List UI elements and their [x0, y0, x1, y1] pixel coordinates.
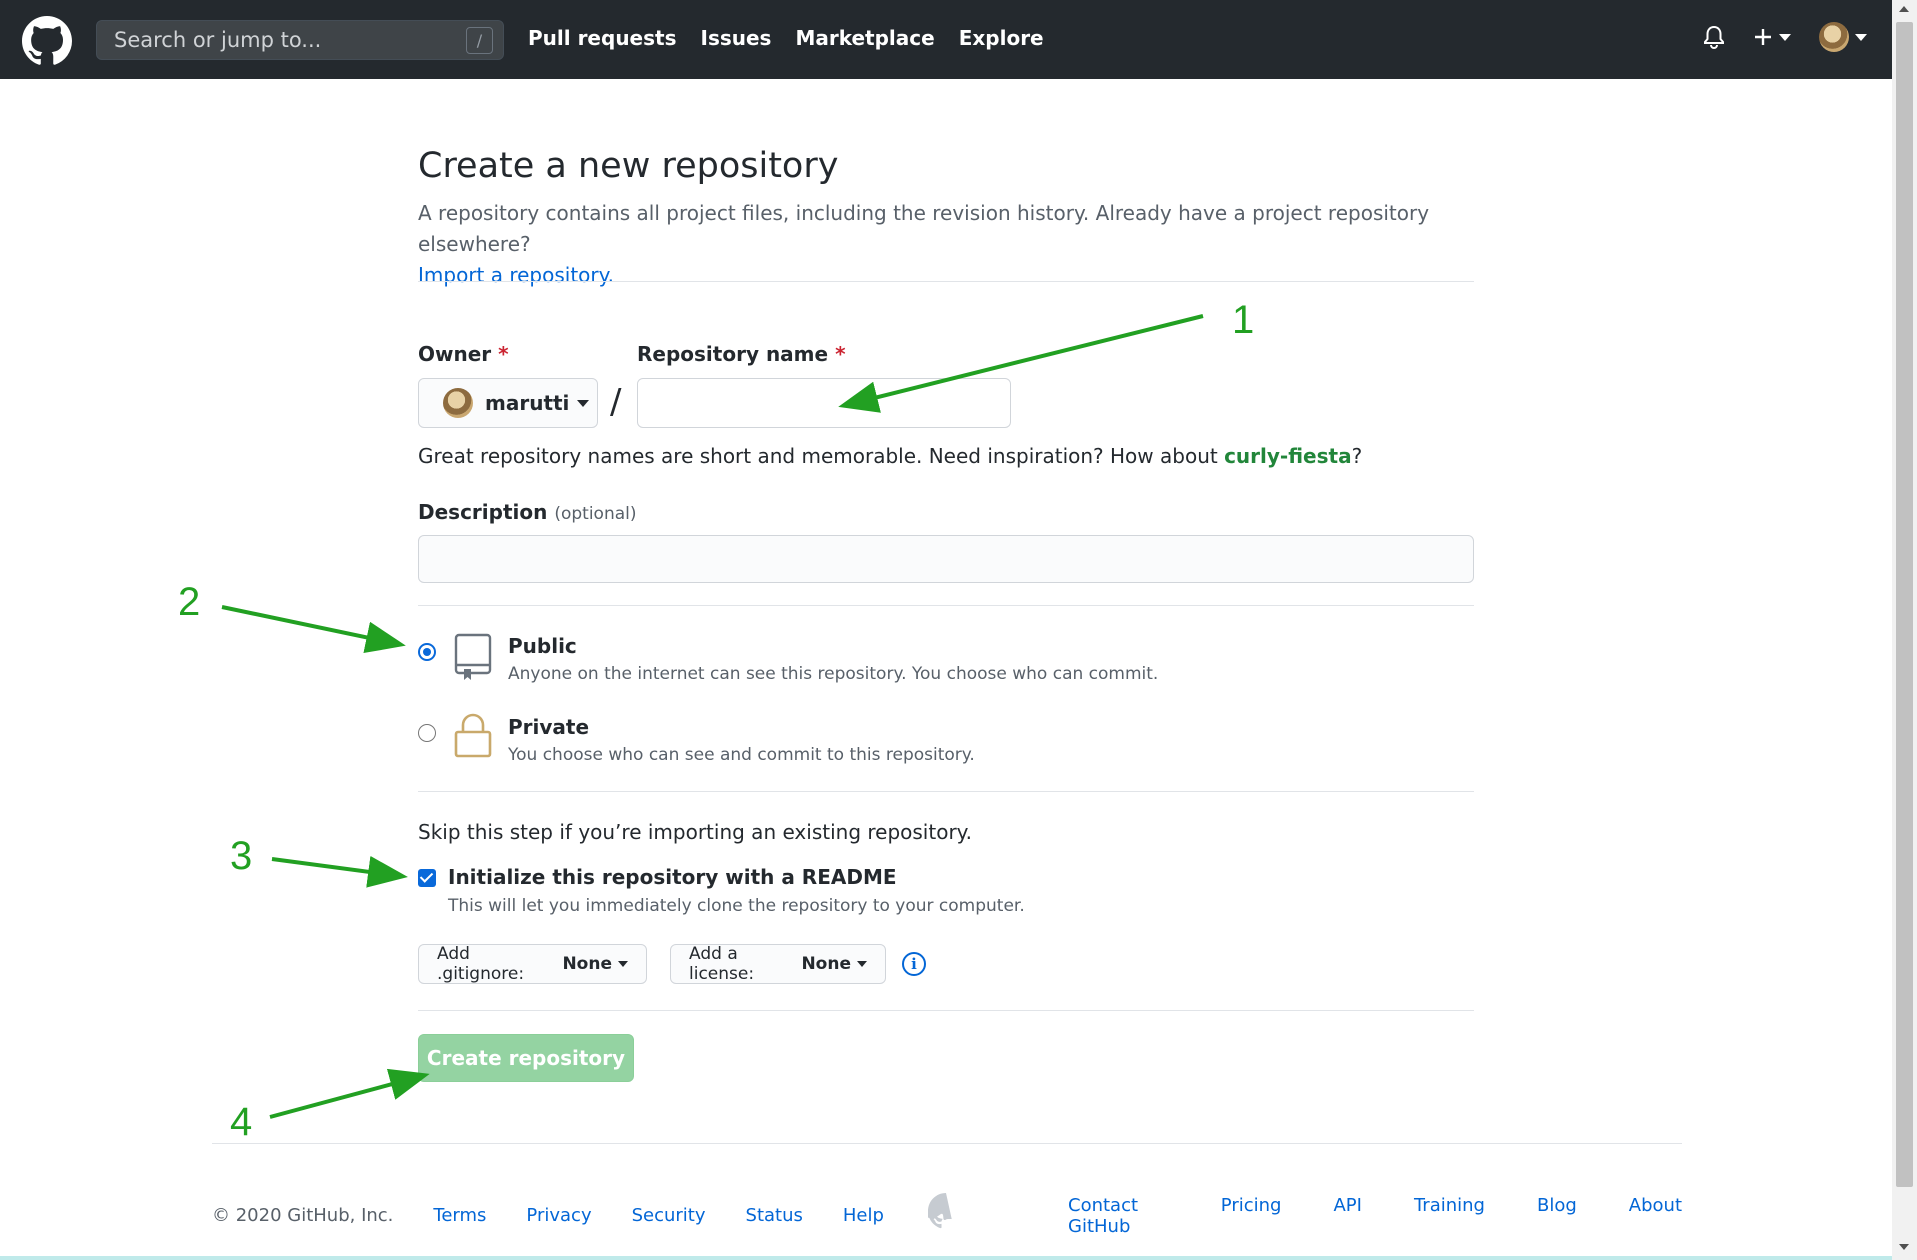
- create-repository-button[interactable]: Create repository: [418, 1034, 634, 1082]
- owner-label-text: Owner: [418, 342, 492, 366]
- github-logo-icon[interactable]: [22, 16, 72, 66]
- annotation-arrow-3: [271, 855, 408, 888]
- footer-link-api[interactable]: API: [1333, 1195, 1361, 1237]
- annotation-number-3: 3: [230, 834, 253, 878]
- optional-tag: (optional): [554, 504, 637, 524]
- owner-avatar: [443, 388, 473, 418]
- license-label: Add a license:: [689, 944, 755, 984]
- footer-link-pricing[interactable]: Pricing: [1221, 1195, 1282, 1237]
- scrollbar-thumb[interactable]: [1896, 22, 1913, 1187]
- gitignore-label: Add .gitignore:: [437, 944, 525, 984]
- new-menu-button[interactable]: [1753, 27, 1791, 47]
- hint-text: Great repository names are short and mem…: [418, 444, 1225, 468]
- readme-checkbox[interactable]: [418, 869, 436, 887]
- private-description: You choose who can see and commit to thi…: [508, 745, 975, 765]
- site-footer: © 2020 GitHub, Inc. Terms Privacy Securi…: [212, 1193, 1682, 1237]
- nav-marketplace[interactable]: Marketplace: [795, 26, 934, 50]
- page-title: Create a new repository: [418, 146, 839, 186]
- page-subtitle: A repository contains all project files,…: [418, 198, 1474, 291]
- owner-label: Owner *: [418, 342, 509, 366]
- footer-link-contact[interactable]: Contact GitHub: [1068, 1195, 1169, 1237]
- private-title: Private: [508, 715, 590, 739]
- chevron-down-icon: [618, 961, 628, 967]
- page-scrollbar[interactable]: [1892, 0, 1917, 1260]
- name-suggestion[interactable]: curly-fiesta: [1224, 444, 1352, 468]
- nav-explore[interactable]: Explore: [959, 26, 1044, 50]
- divider: [418, 605, 1474, 606]
- divider: [418, 791, 1474, 792]
- search-shortcut-key: /: [466, 27, 493, 54]
- lock-icon: [454, 713, 492, 758]
- footer-link-help[interactable]: Help: [843, 1205, 884, 1226]
- owner-select-button[interactable]: marutti: [418, 378, 598, 428]
- search-input[interactable]: Search or jump to... /: [96, 20, 504, 60]
- owner-value: marutti: [485, 391, 570, 415]
- import-repository-link[interactable]: Import a repository.: [418, 263, 614, 287]
- repository-name-input[interactable]: [637, 378, 1011, 428]
- subtitle-text: A repository contains all project files,…: [418, 201, 1430, 256]
- top-header: Search or jump to... / Pull requests Iss…: [0, 0, 1892, 79]
- plus-icon: [1755, 29, 1771, 45]
- window-bottom-edge: [0, 1256, 1892, 1260]
- search-placeholder: Search or jump to...: [114, 28, 322, 52]
- gitignore-value: None: [562, 954, 612, 974]
- description-input[interactable]: [418, 535, 1474, 583]
- annotation-number-1: 1: [1232, 298, 1255, 342]
- public-radio[interactable]: [418, 643, 436, 661]
- description-label-text: Description: [418, 500, 548, 524]
- repo-name-label: Repository name *: [637, 342, 846, 366]
- info-icon[interactable]: i: [902, 952, 926, 976]
- nav-pull-requests[interactable]: Pull requests: [528, 26, 677, 50]
- owner-repo-separator: /: [610, 382, 622, 422]
- divider: [418, 281, 1474, 282]
- annotation-number-4: 4: [230, 1100, 253, 1144]
- chevron-down-icon: [1855, 33, 1867, 41]
- public-title: Public: [508, 634, 577, 658]
- name-hint: Great repository names are short and mem…: [418, 444, 1362, 468]
- main-nav: Pull requests Issues Marketplace Explore: [528, 26, 1044, 50]
- chevron-down-icon: [857, 961, 867, 967]
- private-radio[interactable]: [418, 724, 436, 742]
- github-footer-logo-icon[interactable]: [928, 1193, 964, 1229]
- readme-label[interactable]: Initialize this repository with a README: [448, 865, 897, 889]
- license-select-button[interactable]: Add a license: None: [670, 944, 886, 984]
- required-mark: *: [498, 342, 509, 366]
- readme-description: This will let you immediately clone the …: [448, 896, 1025, 916]
- public-description: Anyone on the internet can see this repo…: [508, 664, 1159, 684]
- avatar: [1819, 22, 1849, 52]
- create-repo-form: Create a new repository A repository con…: [418, 146, 1474, 1082]
- footer-link-terms[interactable]: Terms: [433, 1205, 486, 1226]
- footer-right-links: Contact GitHub Pricing API Training Blog…: [1068, 1195, 1682, 1237]
- gitignore-select-button[interactable]: Add .gitignore: None: [418, 944, 647, 984]
- chevron-down-icon: [577, 399, 590, 407]
- skip-step-note: Skip this step if you’re importing an ex…: [418, 820, 973, 844]
- footer-link-about[interactable]: About: [1629, 1195, 1682, 1237]
- hint-suffix: ?: [1351, 444, 1363, 468]
- footer-link-training[interactable]: Training: [1414, 1195, 1485, 1237]
- chevron-down-icon: [1779, 33, 1791, 41]
- scroll-up-icon[interactable]: [1899, 6, 1909, 12]
- description-label: Description (optional): [418, 500, 637, 524]
- annotation-number-2: 2: [178, 580, 201, 624]
- license-value: None: [801, 954, 851, 974]
- copyright: © 2020 GitHub, Inc.: [212, 1205, 394, 1226]
- nav-issues[interactable]: Issues: [701, 26, 772, 50]
- bell-icon[interactable]: [1703, 25, 1725, 49]
- header-actions: [1703, 22, 1867, 52]
- footer-link-status[interactable]: Status: [746, 1205, 803, 1226]
- repo-icon: [454, 633, 492, 680]
- annotation-arrow-2: [221, 605, 406, 654]
- footer-link-security[interactable]: Security: [632, 1205, 706, 1226]
- scroll-down-icon[interactable]: [1899, 1244, 1909, 1250]
- footer-divider: [212, 1143, 1682, 1144]
- repo-name-label-text: Repository name: [637, 342, 829, 366]
- divider: [418, 1010, 1474, 1011]
- annotation-arrow-4: [269, 1068, 430, 1119]
- footer-link-privacy[interactable]: Privacy: [526, 1205, 591, 1226]
- footer-link-blog[interactable]: Blog: [1537, 1195, 1577, 1237]
- required-mark: *: [835, 342, 846, 366]
- user-menu-button[interactable]: [1819, 22, 1867, 52]
